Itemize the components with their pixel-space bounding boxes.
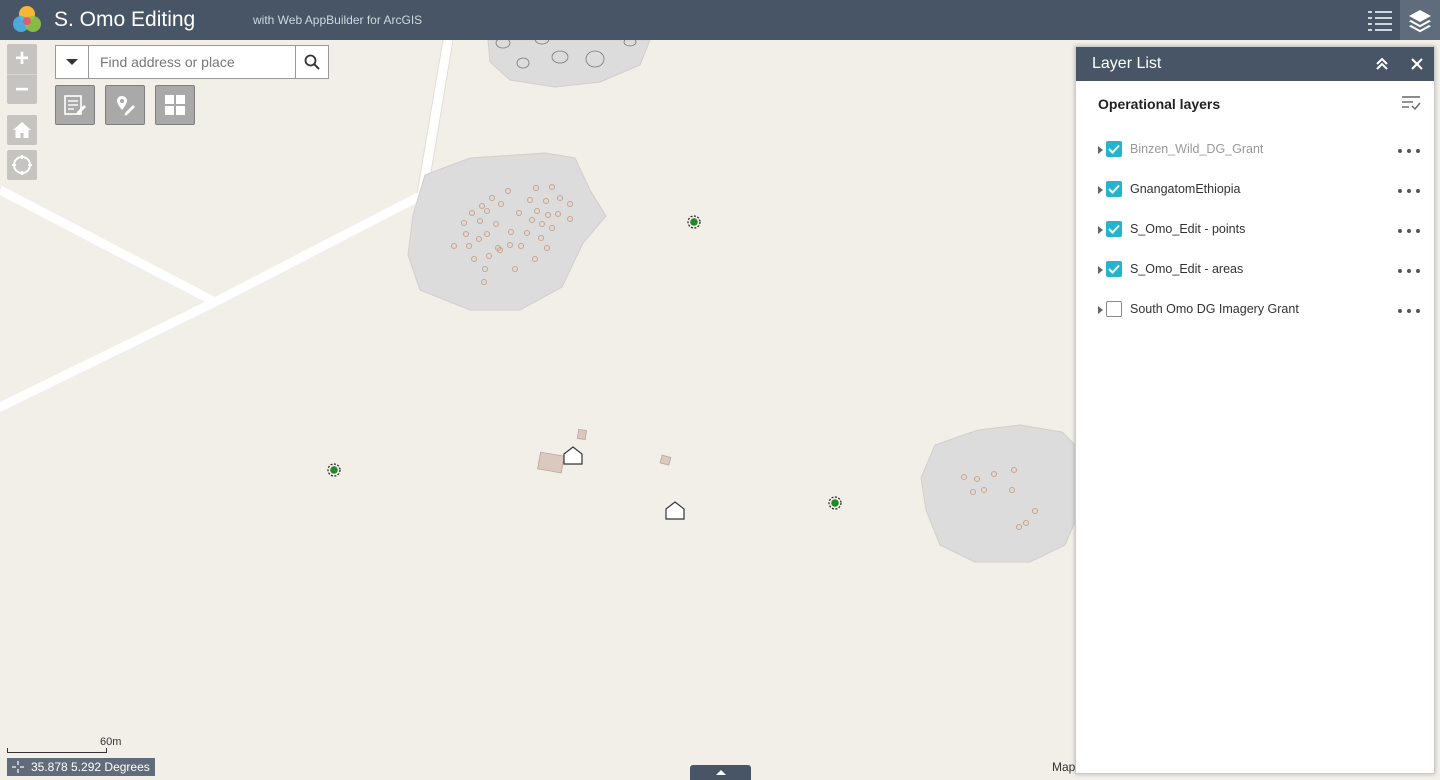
panel-header: Layer List: [1076, 47, 1434, 81]
layer-visibility-checkbox[interactable]: [1106, 261, 1122, 277]
scalebar: [7, 748, 107, 753]
layer-list-panel: Layer List Operational layers Binzen_Wil…: [1075, 46, 1435, 774]
expand-layer-icon[interactable]: [1096, 265, 1104, 275]
collapse-panel-button[interactable]: [1372, 55, 1392, 73]
layer-list-options-button[interactable]: [1401, 95, 1423, 113]
coordinate-readout: 35.878 5.292 Degrees: [31, 760, 150, 774]
search-source-dropdown[interactable]: [56, 46, 89, 78]
layer-name[interactable]: GnangatomEthiopia: [1130, 182, 1241, 196]
layer-row: South Omo DG Imagery Grant: [1076, 291, 1434, 331]
edit-widget-button[interactable]: [55, 85, 95, 125]
search-button[interactable]: [295, 46, 328, 78]
search-input[interactable]: [89, 46, 295, 78]
layer-more-options-icon[interactable]: [1398, 187, 1420, 195]
operational-layers-heading: Operational layers: [1098, 96, 1221, 112]
building-footprints: [537, 429, 672, 474]
settlement-area: [407, 152, 607, 311]
layer-list-toggle-button[interactable]: [1400, 0, 1440, 40]
list-icon: [1368, 11, 1392, 31]
my-location-button[interactable]: [7, 150, 37, 180]
layer-name[interactable]: South Omo DG Imagery Grant: [1130, 302, 1299, 316]
settlement-area: [487, 40, 651, 88]
chevron-down-icon: [66, 59, 78, 65]
chevron-up-icon: [715, 770, 726, 775]
layer-visibility-checkbox[interactable]: [1106, 301, 1122, 317]
layer-row: Binzen_Wild_DG_Grant: [1076, 131, 1434, 171]
layer-row: S_Omo_Edit - areas: [1076, 251, 1434, 291]
layer-visibility-checkbox[interactable]: [1106, 141, 1122, 157]
grid-widget-button[interactable]: [155, 85, 195, 125]
expand-layer-icon[interactable]: [1096, 185, 1104, 195]
home-button[interactable]: [7, 115, 37, 145]
map-attribution: Map: [1052, 760, 1076, 774]
filter-list-icon: [1402, 96, 1421, 111]
panel-title: Layer List: [1092, 55, 1162, 72]
expand-layer-icon[interactable]: [1096, 305, 1104, 315]
layer-more-options-icon[interactable]: [1398, 227, 1420, 235]
layer-row: S_Omo_Edit - points: [1076, 211, 1434, 251]
layer-visibility-checkbox[interactable]: [1106, 221, 1122, 237]
draw-icon: [117, 96, 135, 116]
zoom-out-button[interactable]: −: [7, 74, 37, 104]
layer-more-options-icon[interactable]: [1398, 147, 1420, 155]
expand-layer-icon[interactable]: [1096, 225, 1104, 235]
crosshair-icon[interactable]: [11, 760, 25, 774]
home-icon: [13, 122, 31, 138]
app-logo-icon: [13, 6, 41, 32]
zoom-in-label: +: [14, 45, 29, 72]
legend-list-button[interactable]: [1360, 0, 1400, 40]
scalebar-label: 60m: [100, 736, 122, 748]
layer-more-options-icon[interactable]: [1398, 267, 1420, 275]
settlement-area: [920, 424, 1081, 563]
layer-name[interactable]: Binzen_Wild_DG_Grant: [1130, 142, 1263, 156]
coordinate-widget[interactable]: 35.878 5.292 Degrees: [7, 758, 155, 776]
app-title: S. Omo Editing: [54, 8, 196, 31]
layer-name[interactable]: S_Omo_Edit - areas: [1130, 262, 1243, 276]
edit-icon: [64, 95, 86, 115]
search-icon: [304, 54, 320, 70]
expand-layer-icon[interactable]: [1096, 145, 1104, 155]
double-chevron-up-icon: [1376, 57, 1388, 70]
search-widget: [55, 45, 329, 79]
layer-visibility-checkbox[interactable]: [1106, 181, 1122, 197]
layer-name[interactable]: S_Omo_Edit - points: [1130, 222, 1245, 236]
app-header: S. Omo Editing with Web AppBuilder for A…: [0, 0, 1440, 40]
close-icon: [1411, 58, 1423, 70]
zoom-in-button[interactable]: +: [7, 44, 37, 74]
draw-widget-button[interactable]: [105, 85, 145, 125]
grid-icon: [165, 95, 185, 115]
attribute-table-toggle[interactable]: [690, 765, 751, 780]
close-panel-button[interactable]: [1408, 55, 1426, 73]
point-markers[interactable]: [327, 215, 842, 510]
layer-row: GnangatomEthiopia: [1076, 171, 1434, 211]
locate-icon: [12, 155, 32, 175]
app-subtitle: with Web AppBuilder for ArcGIS: [253, 13, 423, 27]
layers-icon: [1409, 10, 1431, 33]
zoom-out-label: −: [14, 75, 29, 103]
layer-more-options-icon[interactable]: [1398, 307, 1420, 315]
